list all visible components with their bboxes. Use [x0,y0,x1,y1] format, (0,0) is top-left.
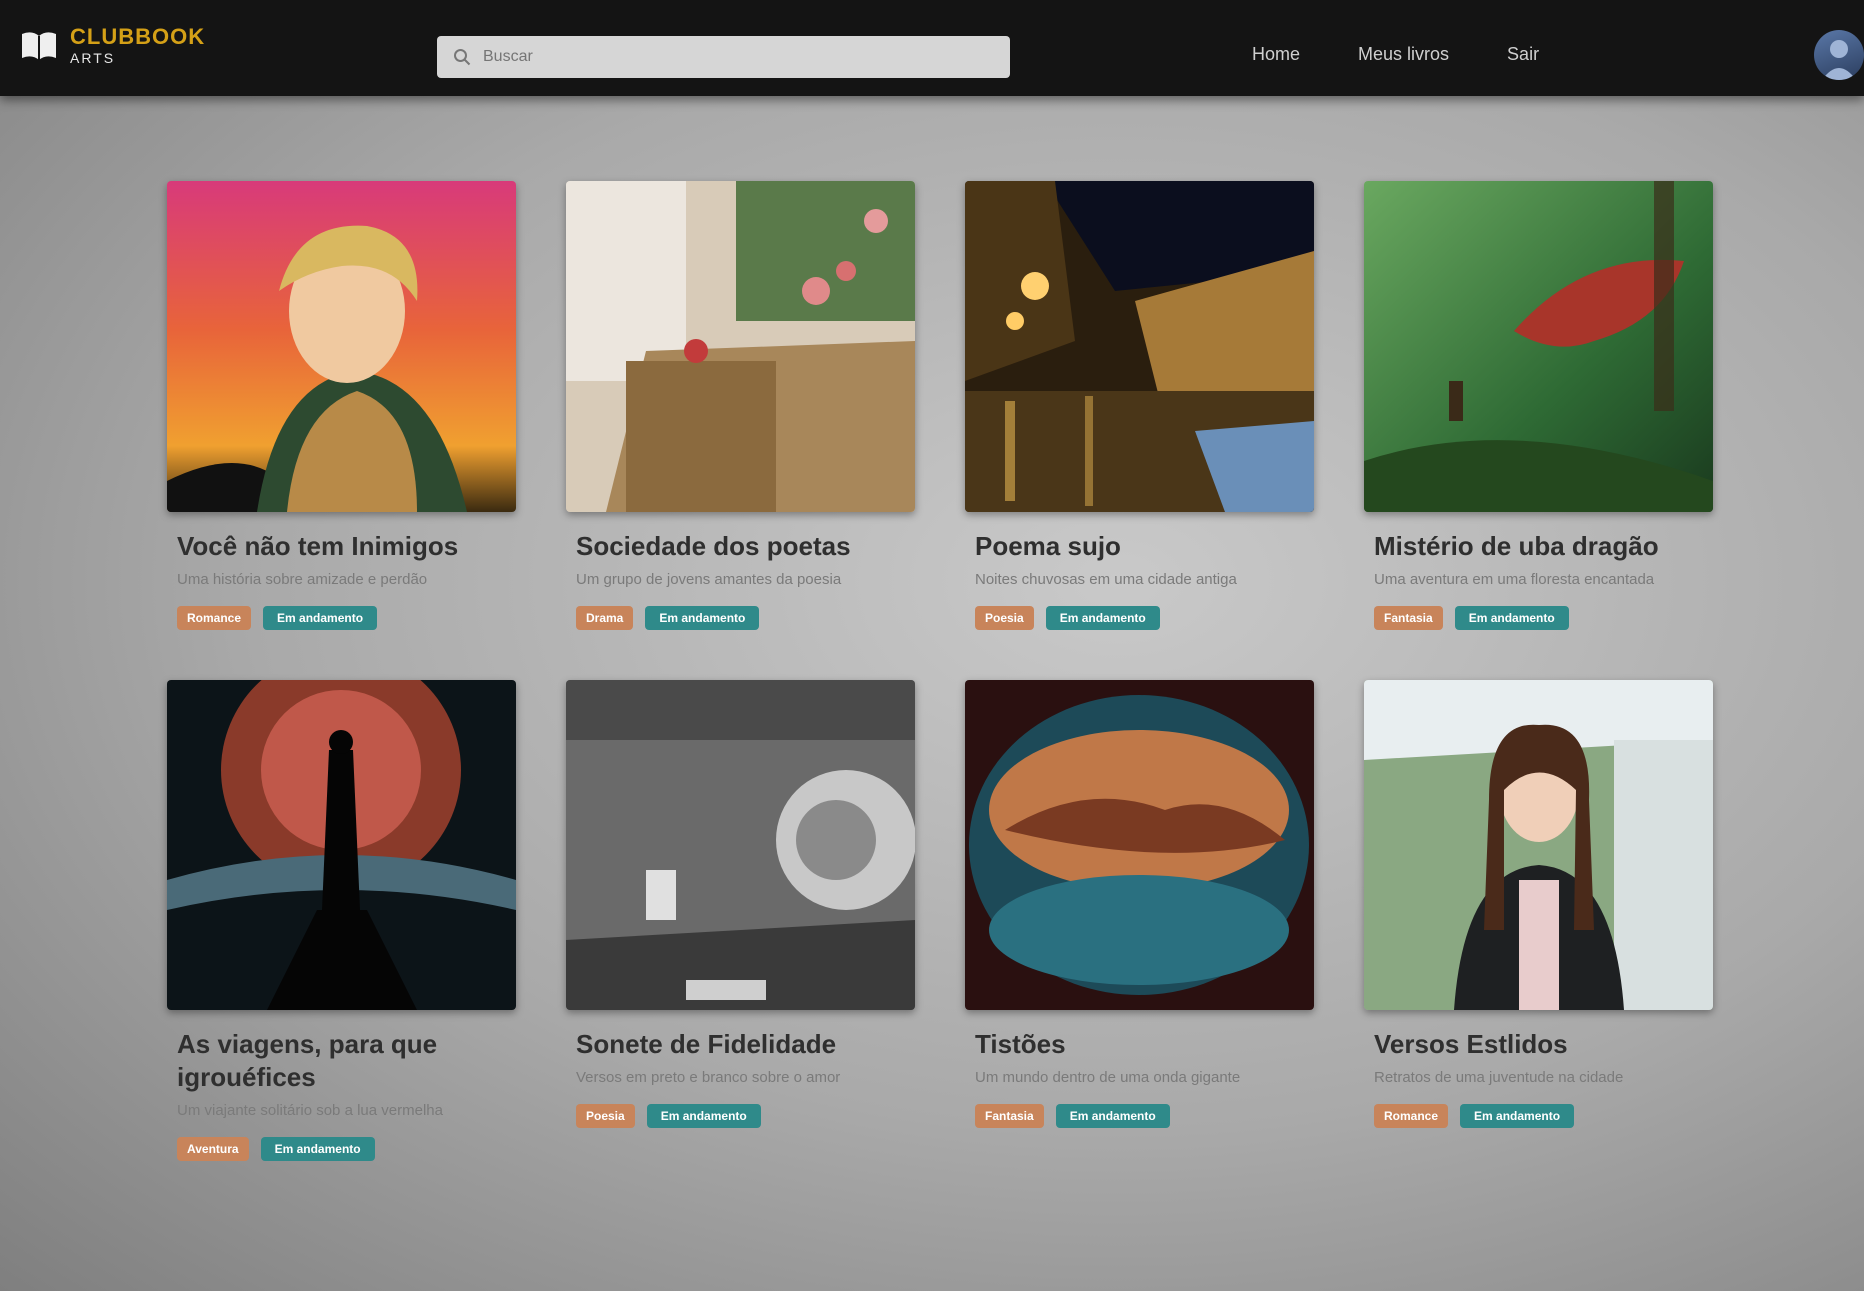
genre-tag: Poesia [576,1104,635,1128]
book-title[interactable]: Mistério de uba dragão [1374,530,1703,563]
book-title[interactable]: Sonete de Fidelidade [576,1028,905,1061]
book-card[interactable]: Tistões Um mundo dentro de uma onda giga… [965,680,1314,1161]
genre-tag: Fantasia [1374,606,1443,630]
book-description: Um viajante solitário sob a lua vermelha [177,1102,443,1119]
book-card[interactable]: Você não tem Inimigos Uma história sobre… [167,181,516,630]
book-card[interactable]: Mistério de uba dragão Uma aventura em u… [1364,181,1713,630]
status-tag: Em andamento [260,1137,375,1161]
book-grid: Você não tem Inimigos Uma história sobre… [167,181,1717,1161]
status-tag: Em andamento [645,606,760,630]
book-cover-image[interactable] [167,181,516,512]
genre-tag: Romance [177,606,252,630]
book-cover-image[interactable] [566,680,915,1010]
user-avatar[interactable] [1814,30,1864,80]
user-avatar-image [1822,40,1856,80]
book-description: Um grupo de jovens amantes da poesia [576,571,842,588]
book-description: Noites chuvosas em uma cidade antiga [975,571,1237,588]
book-cover-image[interactable] [167,680,516,1010]
book-title[interactable]: Poema sujo [975,530,1304,563]
book-card[interactable]: Sociedade dos poetas Um grupo de jovens … [566,181,915,630]
book-title[interactable]: Versos Estlidos [1374,1028,1703,1061]
book-cover-image[interactable] [566,181,915,512]
brand-logo[interactable]: CLUBBOOK ARTS [18,24,205,66]
book-description: Um mundo dentro de uma onda gigante [975,1069,1241,1086]
status-tag: Em andamento [646,1104,761,1128]
status-tag: Em andamento [1045,606,1160,630]
book-title[interactable]: Tistões [975,1028,1304,1061]
book-cover-image[interactable] [965,181,1314,512]
status-tag: Em andamento [1460,1104,1575,1128]
book-title[interactable]: Você não tem Inimigos [177,530,506,563]
book-cover-image[interactable] [1364,181,1713,512]
status-tag: Em andamento [263,606,378,630]
book-title[interactable]: As viagens, para que igrouéfices [177,1028,506,1094]
search-icon [454,49,471,66]
genre-tag: Romance [1374,1104,1449,1128]
book-description: Uma história sobre amizade e perdão [177,571,428,588]
book-card[interactable]: Sonete de Fidelidade Versos em preto e b… [566,680,915,1161]
top-navigation-bar: CLUBBOOK ARTS Home Meus livros Sair [0,0,1864,96]
search-bar[interactable] [437,36,1010,78]
search-input[interactable] [481,47,985,67]
book-card[interactable]: Versos Estlidos Retratos de uma juventud… [1364,680,1713,1161]
genre-tag: Drama [576,606,634,630]
status-tag: Em andamento [1454,606,1569,630]
genre-tag: Fantasia [975,1104,1044,1128]
status-tag: Em andamento [1055,1104,1170,1128]
book-description: Uma aventura em uma floresta encantada [1374,571,1655,588]
book-card[interactable]: As viagens, para que igrouéfices Um viaj… [167,680,516,1161]
nav-link-home[interactable]: Home [1252,44,1300,65]
book-description: Retratos de uma juventude na cidade [1374,1069,1624,1086]
book-cover-image[interactable] [1364,680,1713,1010]
book-title[interactable]: Sociedade dos poetas [576,530,905,563]
nav-link-my-books[interactable]: Meus livros [1358,44,1449,65]
book-description: Versos em preto e branco sobre o amor [576,1069,841,1086]
book-card[interactable]: Poema sujo Noites chuvosas em uma cidade… [965,181,1314,630]
genre-tag: Aventura [177,1137,249,1161]
genre-tag: Poesia [975,606,1034,630]
book-logo-icon [22,32,56,60]
main-nav: Home Meus livros Sair [1252,44,1597,65]
brand-subtitle: ARTS [70,49,116,66]
brand-title: CLUBBOOK [70,23,206,49]
book-cover-image[interactable] [965,680,1314,1010]
nav-link-logout[interactable]: Sair [1507,44,1539,65]
